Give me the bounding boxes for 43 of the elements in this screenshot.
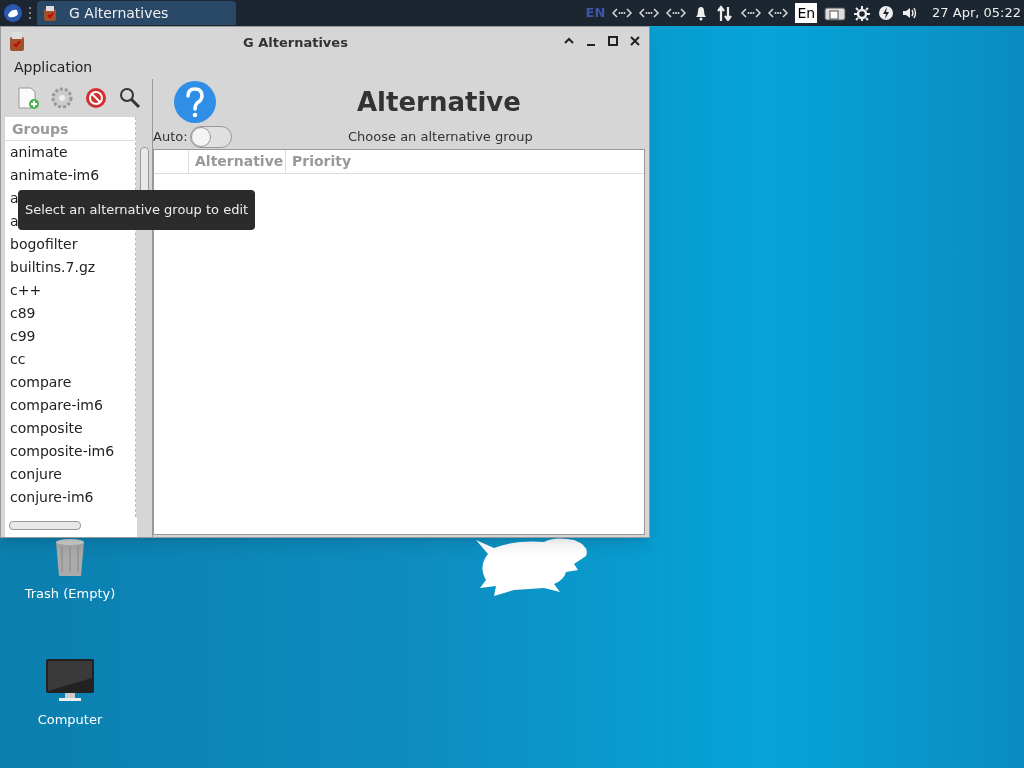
transfer-arrows-icon[interactable] [716,5,735,21]
app-icon [7,30,27,52]
keyboard-layout-indicator[interactable]: En [795,3,818,23]
list-item[interactable]: c++ [5,279,136,302]
subtitle: Choose an alternative group [348,128,533,146]
help-icon[interactable] [173,80,217,124]
task-button[interactable]: G Alternatives [37,1,236,25]
page-heading: Alternative [357,86,521,119]
stop-icon[interactable] [85,87,107,109]
list-item[interactable]: conjure-im6 [5,486,136,509]
auto-switch[interactable] [189,126,232,148]
list-item[interactable]: animate-im6 [5,164,136,187]
list-item[interactable]: animate [5,141,136,164]
list-item[interactable]: composite-im6 [5,440,136,463]
clock[interactable]: 27 Apr, 05:22 [932,3,1021,23]
new-file-icon[interactable] [17,86,39,110]
icon-label: Computer [37,710,103,729]
tooltip: Select an alternative group to edit [18,190,256,230]
printer-icon[interactable] [824,5,847,21]
search-icon[interactable] [119,87,141,109]
menu-icon[interactable] [3,3,23,23]
list-item[interactable]: cc [5,348,136,371]
gear-icon[interactable] [853,5,872,21]
list-item[interactable]: compare-im6 [5,394,136,417]
power-icon[interactable] [878,5,895,21]
list-item[interactable]: bogofilter [5,233,136,256]
computer-icon[interactable] [45,657,95,702]
drag-handle-icon [27,6,33,20]
app-icon [41,4,59,22]
list-item[interactable]: c89 [5,302,136,325]
trash-icon[interactable] [53,538,87,576]
icon-label: Trash (Empty) [24,585,116,603]
list-item[interactable]: conjure [5,463,136,486]
maximize-icon[interactable] [607,35,619,47]
window-title: G Alternatives [243,34,348,52]
list-item[interactable]: builtins.7.gz [5,256,136,279]
menu-item[interactable]: Application [14,56,93,78]
list-item[interactable]: composite [5,417,136,440]
scrollbar-thumb[interactable] [9,521,81,530]
list-item[interactable]: compare [5,371,136,394]
switch-label: Auto: [153,128,188,147]
list-item[interactable]: c99 [5,325,136,348]
close-icon[interactable] [629,35,641,47]
